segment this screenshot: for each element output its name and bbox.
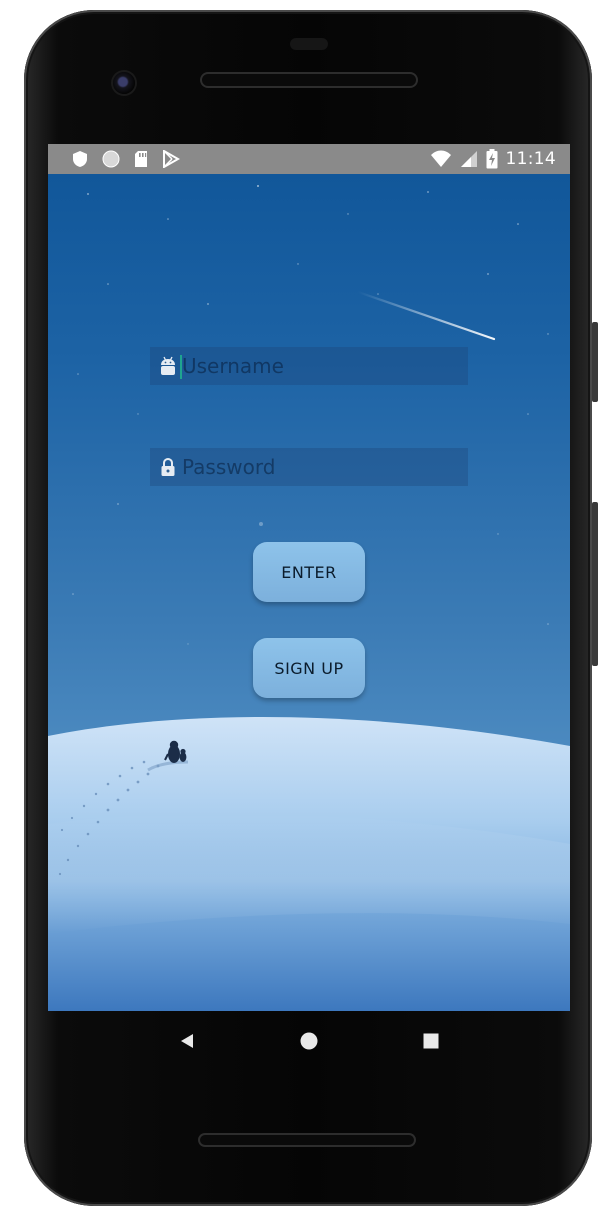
username-field[interactable]: Username <box>150 347 468 385</box>
shield-icon <box>72 150 88 168</box>
username-placeholder: Username <box>182 354 284 378</box>
home-icon[interactable] <box>289 1021 329 1061</box>
back-icon[interactable] <box>167 1021 207 1061</box>
wifi-icon <box>430 150 452 168</box>
front-camera-icon <box>113 72 135 94</box>
sd-card-icon <box>134 150 148 168</box>
battery-charging-icon <box>486 149 498 169</box>
snowy-hill-illustration <box>48 716 570 1011</box>
circle-icon <box>102 150 120 168</box>
lock-icon <box>156 455 180 479</box>
baby-penguin <box>179 748 187 762</box>
signal-icon <box>460 150 478 168</box>
password-field[interactable]: Password <box>150 448 468 486</box>
navigation-bar <box>48 1011 570 1071</box>
password-placeholder: Password <box>182 455 276 479</box>
bottom-speaker <box>198 1133 416 1147</box>
android-icon <box>156 354 180 378</box>
play-store-icon <box>162 150 180 168</box>
recents-icon[interactable] <box>411 1021 451 1061</box>
earpiece-speaker <box>200 72 418 88</box>
status-time: 11:14 <box>505 149 556 169</box>
app-screen: 11:14 Username Password ENTER SIGN UP <box>48 144 570 1011</box>
enter-button[interactable]: ENTER <box>253 542 365 602</box>
sign-up-button[interactable]: SIGN UP <box>253 638 365 698</box>
proximity-sensor <box>290 38 328 50</box>
text-cursor <box>180 355 182 379</box>
status-bar: 11:14 <box>48 144 570 174</box>
power-button <box>592 322 598 402</box>
meteor <box>356 290 496 341</box>
volume-button <box>592 502 598 666</box>
